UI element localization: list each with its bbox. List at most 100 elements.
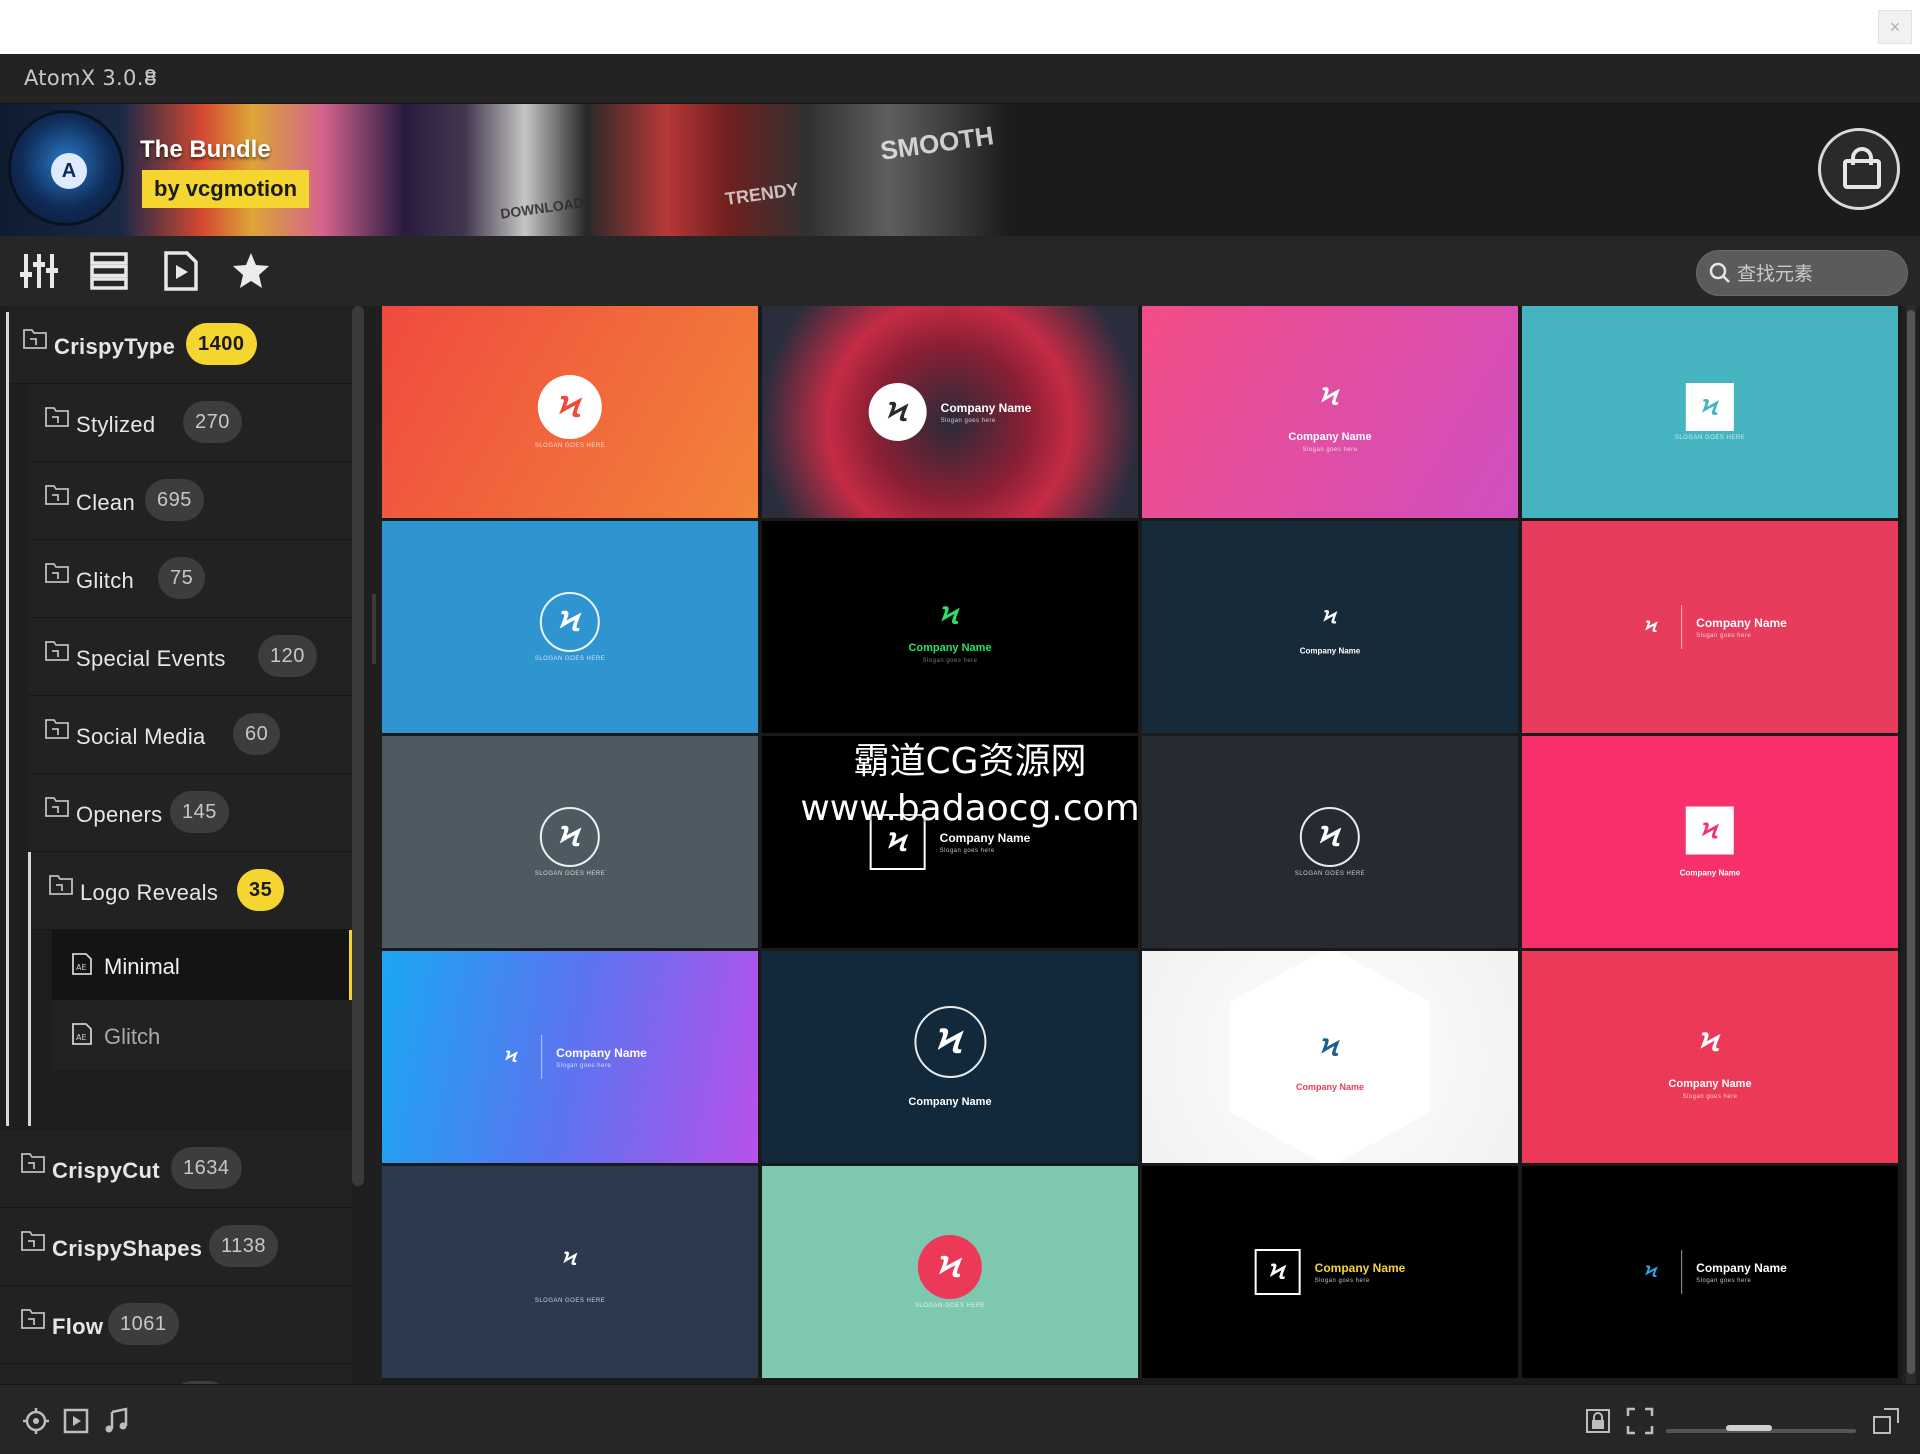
sidebar-item[interactable]: Glitch 75 — [28, 540, 352, 618]
sidebar-subitem-label: Glitch — [104, 1024, 161, 1049]
sidebar-item[interactable]: Clean 695 — [28, 462, 352, 540]
template-preview-tile[interactable]: Ϟ Company Name Slogan goes here — [762, 521, 1138, 733]
logo-text-block: Company Name Slogan goes here — [1696, 1261, 1787, 1284]
logo-mark-icon: Ϟ — [539, 592, 600, 652]
sidebar-item[interactable]: Stylized 270 — [28, 384, 352, 462]
sidebar-scrollbar[interactable] — [352, 306, 364, 1186]
template-preview-tile[interactable]: Ϟ SLOGAN GOES HERE — [1522, 306, 1898, 518]
hamburger-menu-icon[interactable]: ≡ — [145, 66, 157, 89]
count-badge: 695 — [145, 479, 204, 521]
bundle-title: The Bundle — [140, 136, 271, 163]
expand-icon[interactable] — [1872, 1407, 1900, 1435]
lock-icon[interactable] — [1584, 1407, 1612, 1435]
logo-mark-icon: Ϟ — [1644, 1262, 1658, 1281]
tile-company-name: Company Name — [556, 1045, 647, 1060]
template-preview-tile[interactable]: Ϟ Company Name Slogan goes here — [1142, 1166, 1518, 1378]
sidebar-item-label: Flow — [52, 1314, 104, 1339]
shopping-bag-button[interactable] — [1818, 128, 1900, 210]
logo-lockup: Ϟ Company Name — [908, 1006, 992, 1108]
logo-mark-icon: Ϟ — [504, 1047, 518, 1066]
count-badge: 1634 — [171, 1147, 242, 1189]
template-preview-tile[interactable]: Ϟ SLOGAN GOES HERE — [1142, 736, 1518, 948]
logo-lockup: Ϟ Company Name Slogan goes here — [493, 1035, 647, 1079]
search-input[interactable] — [1737, 259, 1897, 289]
logo-mark-icon: Ϟ — [537, 375, 602, 439]
template-preview-tile[interactable]: Ϟ Company Name Slogan goes here — [382, 951, 758, 1163]
template-preview-tile[interactable]: Ϟ Company Name Slogan goes here — [1522, 521, 1898, 733]
count-badge: 60 — [233, 713, 281, 755]
tile-slogan: SLOGAN GOES HERE — [1294, 871, 1366, 877]
sidebar-item[interactable]: Openers 145 — [28, 774, 352, 852]
preview-grid: Ϟ SLOGAN GOES HERE Ϟ Company Name Slogan goe… — [382, 306, 1902, 1384]
logo-mark-icon: Ϟ — [1322, 607, 1338, 629]
sidebar-subitem[interactable]: AE Minimal — [52, 930, 352, 1000]
tile-slogan: Slogan goes here — [1682, 1094, 1738, 1100]
logo-mark-icon: Ϟ — [1686, 806, 1734, 855]
target-icon[interactable] — [22, 1407, 50, 1435]
logo-mark-icon: Ϟ — [1644, 617, 1658, 636]
star-icon[interactable] — [230, 250, 272, 292]
tile-company-name: Company Name — [908, 642, 992, 654]
window-close-button[interactable]: × — [1878, 10, 1912, 44]
file-play-icon[interactable] — [160, 250, 202, 292]
template-preview-tile[interactable]: Ϟ SLOGAN GOES HERE — [382, 306, 758, 518]
grid-scrollbar-thumb[interactable] — [1907, 310, 1915, 1374]
panel-splitter[interactable] — [372, 594, 376, 664]
sidebar-item[interactable]: CrispyCut 1634 — [0, 1130, 352, 1208]
sidebar-subitem-label: Minimal — [104, 954, 180, 979]
logo-lockup: Ϟ SLOGAN GOES HERE — [535, 592, 605, 662]
template-preview-tile[interactable]: Ϟ Company Name — [762, 951, 1138, 1163]
template-preview-tile[interactable]: Ϟ Company Name — [1522, 736, 1898, 948]
logo-lockup: Ϟ SLOGAN GOES HERE — [1675, 383, 1745, 441]
tile-company-name: Company Name — [1299, 646, 1361, 656]
music-icon[interactable] — [102, 1407, 130, 1435]
video-icon[interactable] — [62, 1407, 90, 1435]
logo-lockup: Ϟ Company Name Slogan goes here — [1633, 1250, 1787, 1294]
logo-mark-icon: Ϟ — [1254, 1249, 1301, 1295]
sliders-icon[interactable] — [18, 250, 60, 292]
count-badge: 270 — [183, 401, 242, 443]
template-preview-tile[interactable]: Ϟ Company Name Slogan goes here — [762, 306, 1138, 518]
sidebar-item[interactable]: Social Media 60 — [28, 696, 352, 774]
template-preview-tile[interactable]: Ϟ SLOGAN GOES HERE — [382, 736, 758, 948]
tile-company-name: Company Name — [1295, 1082, 1365, 1092]
count-badge: 1400 — [186, 323, 257, 365]
template-preview-tile[interactable]: Ϟ Company Name Slogan goes here — [1142, 306, 1518, 518]
tile-slogan: SLOGAN GOES HERE — [534, 871, 606, 877]
sidebar-item[interactable]: Flow 1061 — [0, 1286, 352, 1364]
tile-slogan: Slogan goes here — [556, 1062, 612, 1069]
sidebar-item[interactable]: CrispyType 1400 — [8, 306, 352, 384]
bundle-banner[interactable]: SMOOTH TRENDY DOWNLOAD A The Bundle by v… — [0, 104, 1920, 236]
sidebar-subitem[interactable]: AE Glitch — [52, 1000, 352, 1070]
author-badge: by vcgmotion — [142, 170, 310, 208]
logo-mark-icon: Ϟ — [869, 814, 926, 870]
divider — [541, 1035, 543, 1079]
template-preview-tile[interactable]: Ϟ SLOGAN GOES HERE — [382, 1166, 758, 1378]
logo-mark-icon: Ϟ — [1699, 1026, 1721, 1057]
sidebar-item[interactable]: CrispyShapes 1138 — [0, 1208, 352, 1286]
search-box[interactable] — [1696, 250, 1908, 296]
template-preview-tile[interactable]: Ϟ SLOGAN GOES HERE — [382, 521, 758, 733]
template-preview-tile[interactable]: Ϟ Company Name — [1142, 521, 1518, 733]
logo-mark-icon: Ϟ — [539, 807, 600, 867]
atom-icon: A — [51, 153, 87, 189]
template-preview-tile[interactable]: Ϟ Company Name — [1142, 951, 1518, 1163]
count-badge: 1061 — [108, 1303, 179, 1345]
toolbar — [0, 236, 1920, 306]
logo-lockup: Ϟ SLOGAN GOES HERE — [535, 807, 605, 877]
logo-row: Ϟ Company Name Slogan goes here — [868, 383, 1031, 441]
template-preview-tile[interactable]: Ϟ Company Name Slogan goes here — [1522, 1166, 1898, 1378]
tile-slogan: SLOGAN GOES HERE — [534, 443, 606, 449]
sidebar-item[interactable]: Special Events 120 — [28, 618, 352, 696]
sidebar-item[interactable]: Logo Reveals 35 — [28, 852, 352, 930]
logo-lockup: Ϟ Company Name Slogan goes here — [908, 590, 992, 665]
zoom-slider-thumb[interactable] — [1726, 1425, 1772, 1431]
fit-icon[interactable] — [1626, 1407, 1654, 1435]
template-preview-tile[interactable]: Ϟ Company Name Slogan goes here — [1522, 951, 1898, 1163]
template-preview-tile[interactable]: Ϟ Company Name Slogan goes here — [762, 736, 1138, 948]
grid-scrollbar[interactable] — [1906, 306, 1916, 1384]
tile-slogan: SLOGAN GOES HERE — [534, 656, 606, 662]
sidebar-item-label: Clean — [76, 490, 135, 515]
list-icon[interactable] — [88, 250, 130, 292]
template-preview-tile[interactable]: Ϟ SLOGAN GOES HERE — [762, 1166, 1138, 1378]
